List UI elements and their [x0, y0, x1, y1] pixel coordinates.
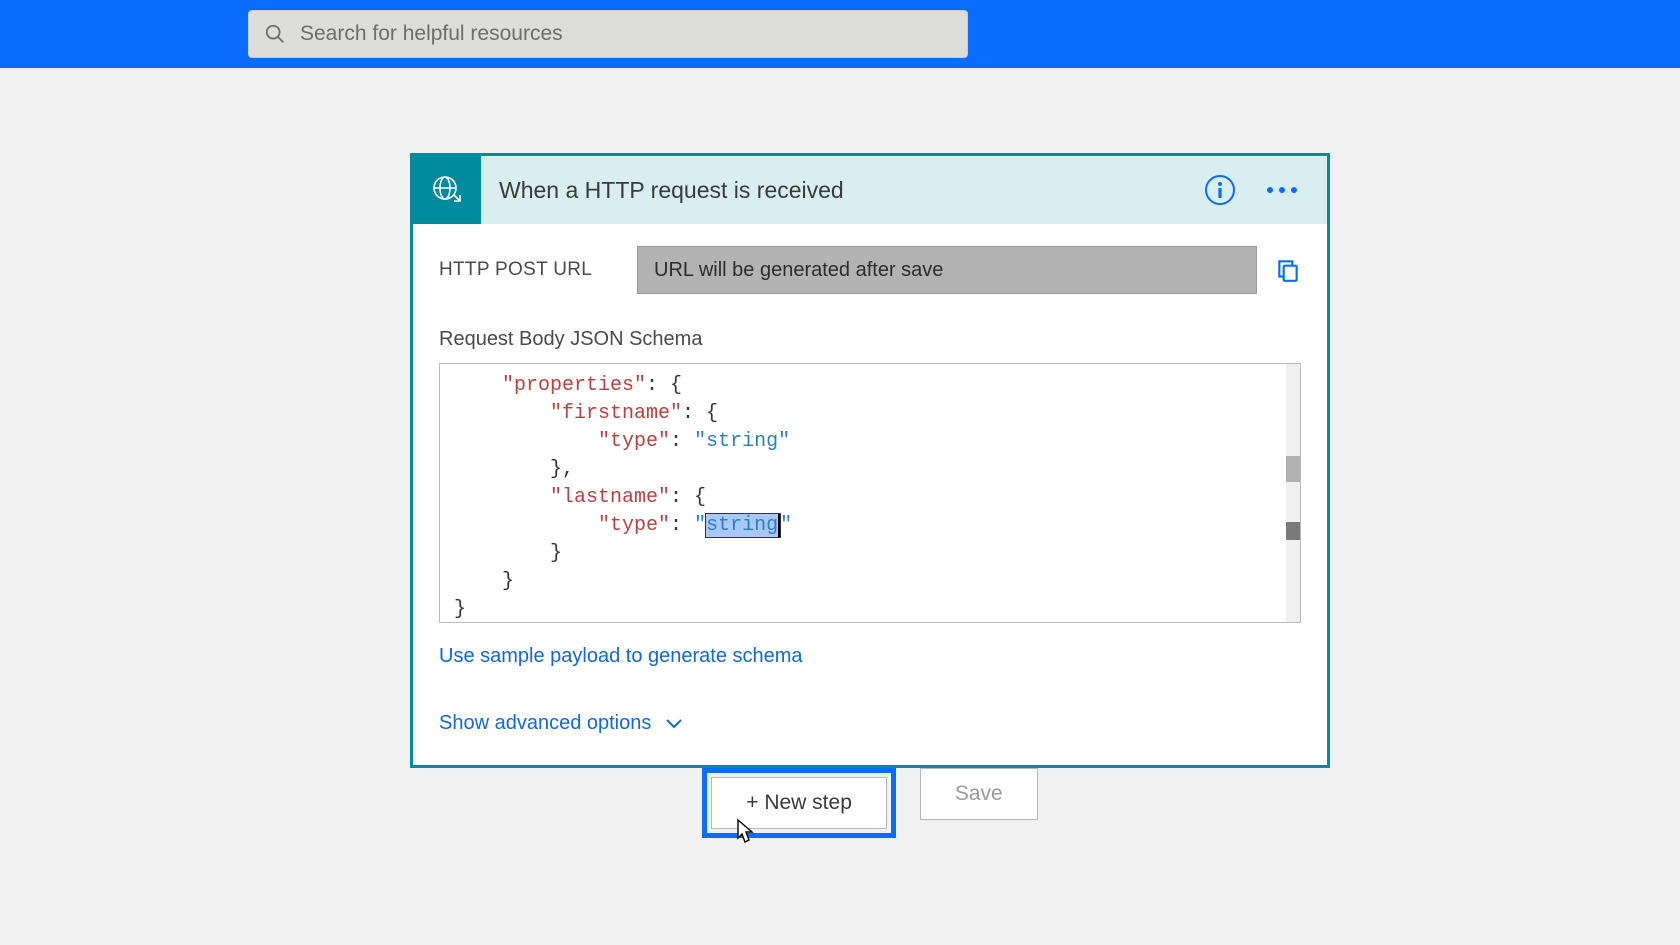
json-key: "firstname" — [550, 402, 682, 425]
scrollbar-thumb[interactable] — [1286, 456, 1300, 482]
copy-icon[interactable] — [1275, 257, 1301, 283]
card-title: When a HTTP request is received — [499, 177, 1205, 204]
search-box[interactable]: Search for helpful resources — [248, 10, 968, 58]
chevron-down-icon — [665, 718, 683, 730]
scrollbar-thumb[interactable] — [1286, 522, 1300, 540]
new-step-highlight: + New step — [702, 768, 896, 838]
search-placeholder: Search for helpful resources — [300, 22, 563, 46]
trigger-card: When a HTTP request is received HTTP POS… — [410, 153, 1330, 768]
json-string: "string" — [694, 430, 790, 453]
schema-label: Request Body JSON Schema — [439, 328, 1301, 351]
json-key: "properties" — [502, 374, 646, 397]
json-key: "type" — [598, 430, 670, 453]
json-key: "lastname" — [550, 486, 670, 509]
http-post-url-field: URL will be generated after save — [637, 246, 1257, 294]
card-header[interactable]: When a HTTP request is received — [413, 156, 1327, 224]
card-body: HTTP POST URL URL will be generated afte… — [413, 224, 1327, 765]
info-icon[interactable] — [1205, 175, 1235, 205]
show-advanced-label: Show advanced options — [439, 712, 651, 735]
http-trigger-icon — [413, 156, 481, 224]
more-actions-icon[interactable] — [1261, 181, 1303, 199]
scrollbar-track[interactable] — [1286, 364, 1300, 622]
action-bar: + New step Save — [410, 768, 1330, 838]
selected-text: string — [706, 514, 780, 537]
use-sample-payload-link[interactable]: Use sample payload to generate schema — [439, 645, 1301, 668]
top-bar: Search for helpful resources — [0, 0, 1680, 68]
save-button[interactable]: Save — [920, 768, 1038, 820]
http-post-url-label: HTTP POST URL — [439, 259, 619, 281]
search-icon — [264, 23, 286, 45]
new-step-button[interactable]: + New step — [711, 777, 887, 829]
json-key: "type" — [598, 514, 670, 537]
schema-editor[interactable]: "properties": { "firstname": { "type": "… — [439, 363, 1301, 623]
show-advanced-options[interactable]: Show advanced options — [439, 712, 1301, 735]
